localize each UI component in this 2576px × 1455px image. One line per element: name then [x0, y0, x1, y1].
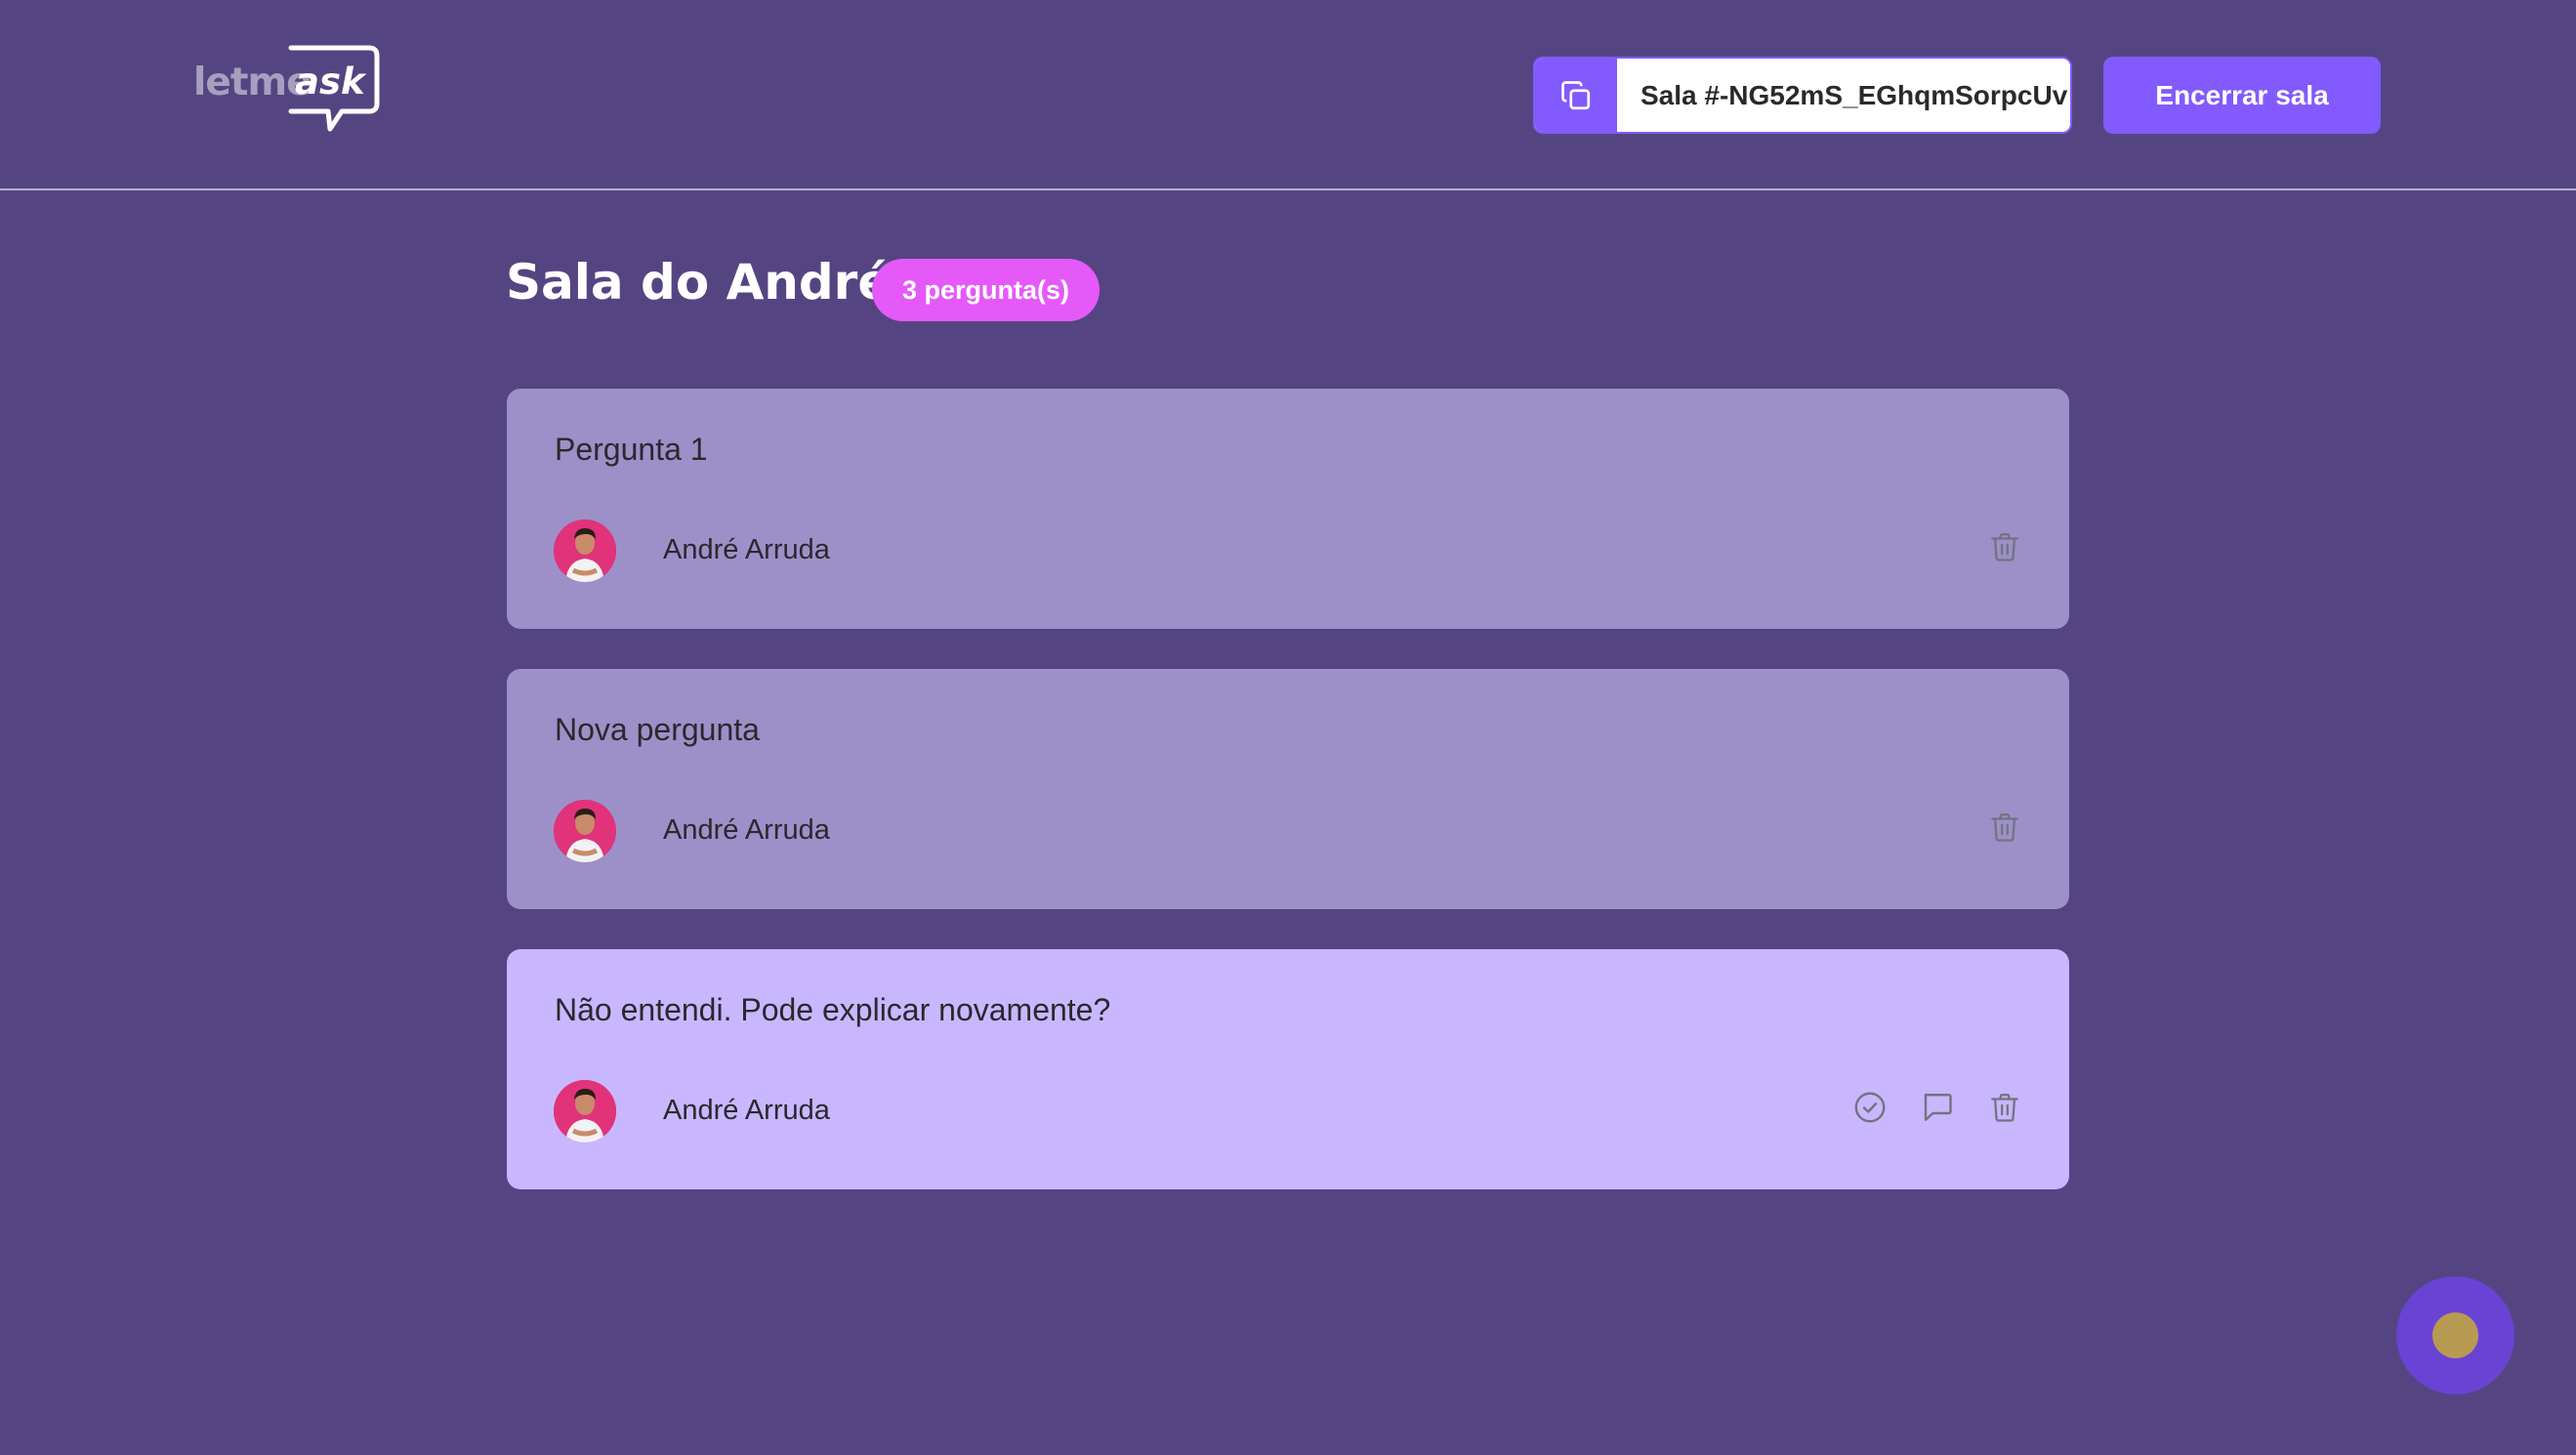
question-count-badge: 3 pergunta(s) [872, 259, 1100, 321]
chat-bubble-icon[interactable] [1918, 1088, 1957, 1127]
question-card: Pergunta 1 André Arruda [507, 389, 2069, 629]
author-name: André Arruda [663, 534, 830, 565]
floating-action-button[interactable] [2396, 1276, 2514, 1394]
question-card: Nova pergunta André Arruda [507, 669, 2069, 909]
question-text: Não entendi. Pode explicar novamente? [555, 992, 1111, 1027]
question-text: Pergunta 1 [555, 432, 708, 467]
copy-icon [1535, 59, 1617, 132]
question-actions [1985, 527, 2024, 566]
trash-icon[interactable] [1985, 1088, 2024, 1127]
question-card: Não entendi. Pode explicar novamente? An… [507, 949, 2069, 1189]
author-name: André Arruda [663, 1095, 830, 1126]
page-title: Sala do André [506, 254, 892, 311]
letmeask-logo[interactable]: letme ask [191, 45, 382, 138]
close-room-button[interactable]: Encerrar sala [2103, 57, 2381, 134]
avatar [554, 1080, 616, 1143]
logo-text-ask: ask [295, 61, 365, 103]
cookie-icon [2432, 1312, 2478, 1358]
author-name: André Arruda [663, 814, 830, 846]
room-code-copy-button[interactable]: Sala #-NG52mS_EGhqmSorpcUv [1533, 57, 2072, 134]
avatar [554, 800, 616, 862]
question-actions [1850, 1088, 2024, 1127]
trash-icon[interactable] [1985, 808, 2024, 847]
question-text: Nova pergunta [555, 712, 760, 747]
room-code-text: Sala #-NG52mS_EGhqmSorpcUv [1641, 79, 2068, 110]
check-circle-icon[interactable] [1850, 1088, 1890, 1127]
trash-icon[interactable] [1985, 527, 2024, 566]
page-header: letme ask Sala #-NG52mS_EGhqmSorpcUv Enc… [0, 0, 2576, 190]
question-actions [1985, 808, 2024, 847]
avatar [554, 520, 616, 582]
